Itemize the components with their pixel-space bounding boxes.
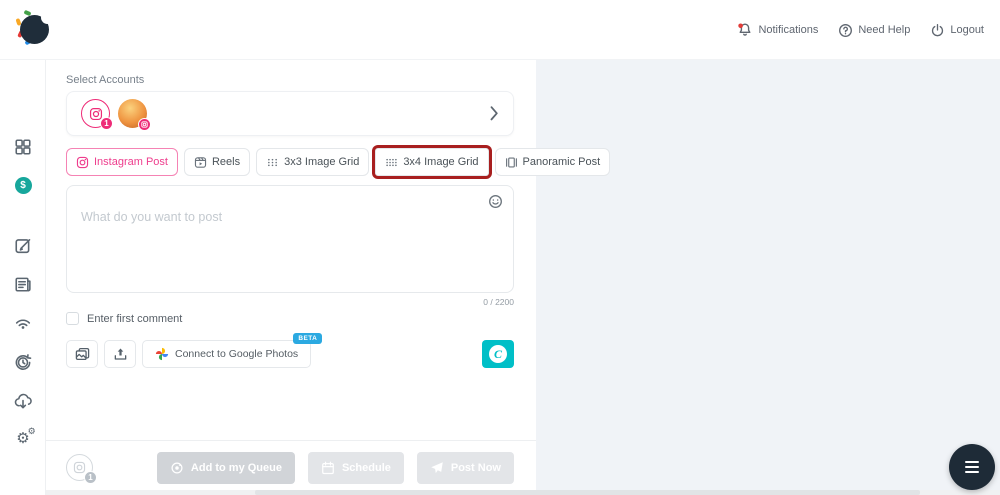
- hamburger-icon: [965, 471, 979, 473]
- calendar-icon: [321, 461, 335, 475]
- sidebar-item-dashboard[interactable]: [0, 138, 46, 156]
- bell-icon: [737, 22, 753, 38]
- connect-google-photos-button[interactable]: Connect to Google Photos BETA: [142, 340, 311, 368]
- power-icon: [930, 23, 945, 38]
- composer-panel: Select Accounts 1: [46, 60, 536, 495]
- select-accounts-label: Select Accounts: [66, 74, 144, 86]
- grid-dots-icon: [385, 156, 398, 169]
- canva-icon: C: [489, 345, 507, 363]
- sidebar-item-rss-feeds[interactable]: [0, 314, 46, 332]
- need-help-label: Need Help: [858, 24, 910, 36]
- tab-label: Panoramic Post: [523, 156, 601, 168]
- logout-button[interactable]: Logout: [930, 23, 984, 38]
- post-text-input[interactable]: [67, 186, 513, 292]
- photo-gallery-icon: [75, 347, 90, 362]
- beta-badge: BETA: [293, 333, 322, 344]
- tab-label: Instagram Post: [94, 156, 168, 168]
- top-bar-actions: Notifications Need Help Logout: [737, 0, 984, 60]
- first-comment-toggle[interactable]: Enter first comment: [66, 312, 182, 325]
- chevron-right-icon[interactable]: [490, 106, 499, 121]
- news-icon: [14, 275, 32, 293]
- tab-panoramic-post[interactable]: Panoramic Post: [495, 148, 611, 176]
- add-to-queue-label: Add to my Queue: [191, 462, 282, 474]
- select-accounts-card[interactable]: 1: [66, 91, 514, 136]
- account-count-badge: 1: [100, 117, 113, 130]
- upload-icon: [113, 347, 128, 362]
- tab-3x4-image-grid[interactable]: 3x4 Image Grid: [375, 148, 488, 176]
- sidebar-item-posts[interactable]: [0, 275, 46, 293]
- notifications-button[interactable]: Notifications: [737, 22, 818, 38]
- first-comment-checkbox[interactable]: [66, 312, 79, 325]
- app-logo[interactable]: [10, 8, 54, 52]
- instagram-network-badge: [138, 118, 151, 131]
- queued-account-indicator: 1: [66, 454, 93, 481]
- sidebar-item-earnings[interactable]: $: [0, 177, 46, 194]
- notifications-label: Notifications: [758, 24, 818, 36]
- tab-label: Reels: [212, 156, 240, 168]
- compose-box: [66, 185, 514, 293]
- instagram-icon: [89, 107, 103, 121]
- dollar-icon: $: [15, 177, 32, 194]
- question-icon: [838, 23, 853, 38]
- queued-count-badge: 1: [84, 471, 97, 484]
- history-clock-icon: [14, 353, 32, 371]
- paper-plane-icon: [430, 461, 444, 475]
- grid-dots-icon: [266, 156, 279, 169]
- schedule-label: Schedule: [342, 462, 391, 474]
- schedule-button[interactable]: Schedule: [308, 452, 404, 484]
- cloud-download-icon: [14, 392, 32, 410]
- logo-circle: [20, 15, 49, 44]
- tab-3x3-image-grid[interactable]: 3x3 Image Grid: [256, 148, 369, 176]
- horizontal-scrollbar-thumb[interactable]: [255, 490, 920, 495]
- sidebar-item-settings[interactable]: ⚙ ⚙: [0, 431, 46, 446]
- google-photos-label: Connect to Google Photos: [175, 348, 298, 360]
- add-to-queue-button[interactable]: Add to my Queue: [157, 452, 295, 484]
- tab-reels[interactable]: Reels: [184, 148, 250, 176]
- emoji-picker-button[interactable]: [488, 194, 503, 209]
- tab-label: 3x4 Image Grid: [403, 156, 478, 168]
- gear-small-icon: ⚙: [28, 427, 36, 436]
- hamburger-icon: [965, 466, 979, 468]
- need-help-button[interactable]: Need Help: [838, 23, 910, 38]
- sidebar-item-post-history[interactable]: [0, 353, 46, 371]
- instagram-icon: [73, 461, 86, 474]
- broadcast-icon: [14, 314, 32, 332]
- instagram-icon: [141, 121, 148, 128]
- add-image-button[interactable]: [66, 340, 98, 368]
- dashboard-grid-icon: [14, 138, 32, 156]
- sidebar-item-create-post[interactable]: [0, 236, 46, 254]
- reels-icon: [194, 156, 207, 169]
- post-type-tabs: Instagram Post Reels 3x3 Image Grid: [66, 148, 610, 176]
- hamburger-icon: [965, 461, 979, 463]
- gears-icon: ⚙ ⚙: [16, 431, 29, 446]
- character-counter: 0 / 2200: [66, 297, 514, 307]
- panoramic-icon: [505, 156, 518, 169]
- logout-label: Logout: [950, 24, 984, 36]
- google-photos-icon: [155, 347, 169, 361]
- post-now-label: Post Now: [451, 462, 501, 474]
- compose-icon: [14, 236, 32, 254]
- first-comment-label: Enter first comment: [87, 313, 182, 325]
- tab-label: 3x3 Image Grid: [284, 156, 359, 168]
- top-bar: Notifications Need Help Logout: [0, 0, 1000, 60]
- upload-media-button[interactable]: [104, 340, 136, 368]
- canva-button[interactable]: C: [482, 340, 514, 368]
- post-now-button[interactable]: Post Now: [417, 452, 514, 484]
- instagram-account-avatar[interactable]: 1: [81, 99, 110, 128]
- profile-photo-avatar[interactable]: [118, 99, 147, 128]
- sidebar: $: [0, 60, 46, 495]
- composer-footer: 1 Add to my Queue Schedule: [46, 440, 536, 495]
- instagram-icon: [76, 156, 89, 169]
- sidebar-item-import[interactable]: [0, 392, 46, 410]
- notification-dot: [739, 24, 744, 29]
- floating-menu-button[interactable]: [949, 444, 995, 490]
- smiley-icon: [488, 194, 503, 209]
- media-attach-row: Connect to Google Photos BETA: [66, 340, 311, 368]
- tab-instagram-post[interactable]: Instagram Post: [66, 148, 178, 176]
- footer-actions: Add to my Queue Schedule Post Now: [157, 452, 514, 484]
- queue-lens-icon: [170, 461, 184, 475]
